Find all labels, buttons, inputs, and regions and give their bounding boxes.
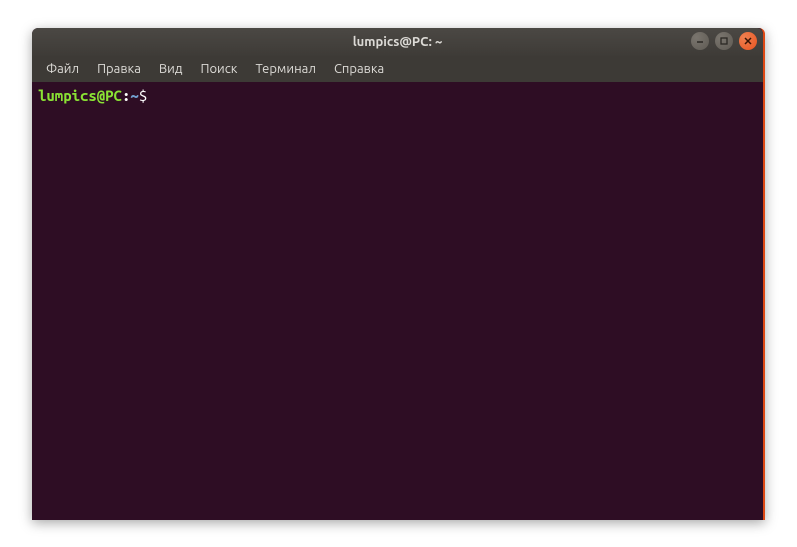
- minimize-icon: [695, 32, 705, 50]
- menu-help[interactable]: Справка: [326, 59, 392, 79]
- window-title: lumpics@PC: ~: [32, 35, 763, 49]
- close-button[interactable]: [739, 32, 757, 50]
- titlebar[interactable]: lumpics@PC: ~: [32, 28, 763, 56]
- prompt-line: lumpics@PC:~$: [38, 86, 757, 106]
- terminal-window: lumpics@PC: ~ Файл Правка Вид Поиск: [32, 28, 765, 520]
- prompt-symbol: $: [139, 86, 147, 106]
- menu-file[interactable]: Файл: [38, 59, 87, 79]
- prompt-path: ~: [130, 86, 138, 106]
- window-controls: [691, 32, 757, 50]
- menu-search[interactable]: Поиск: [192, 59, 245, 79]
- menubar: Файл Правка Вид Поиск Терминал Справка: [32, 56, 763, 82]
- menu-view[interactable]: Вид: [151, 59, 191, 79]
- terminal-input[interactable]: [153, 87, 757, 104]
- menu-edit[interactable]: Правка: [89, 59, 149, 79]
- maximize-icon: [719, 32, 729, 50]
- minimize-button[interactable]: [691, 32, 709, 50]
- prompt-colon: :: [122, 86, 130, 106]
- terminal-body[interactable]: lumpics@PC:~$: [32, 82, 763, 520]
- prompt-user-host: lumpics@PC: [38, 86, 122, 106]
- menu-terminal[interactable]: Терминал: [247, 59, 323, 79]
- maximize-button[interactable]: [715, 32, 733, 50]
- close-icon: [743, 32, 753, 50]
